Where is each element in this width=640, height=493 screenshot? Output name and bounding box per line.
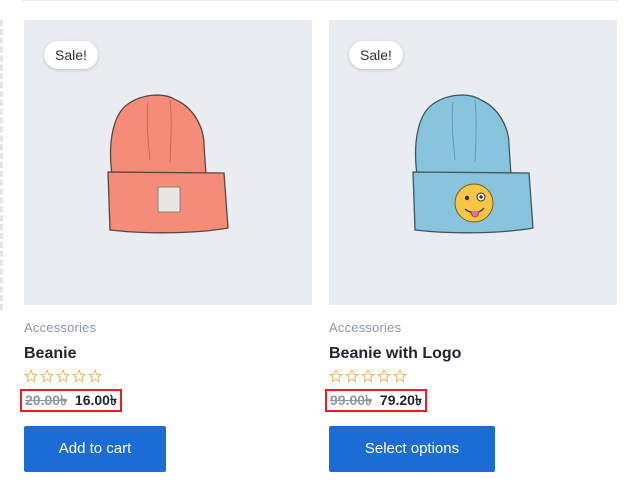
star-empty-icon	[329, 369, 343, 383]
star-empty-icon	[72, 369, 86, 383]
regular-price: 20.00৳	[25, 392, 68, 408]
product-category[interactable]: Accessories	[329, 320, 621, 335]
price-box: 99.00৳ 79.20৳	[325, 389, 427, 412]
star-empty-icon	[361, 369, 375, 383]
sale-price: 16.00৳	[74, 392, 117, 408]
price-box: 20.00৳ 16.00৳	[20, 389, 122, 412]
star-empty-icon	[56, 369, 70, 383]
add-to-cart-button[interactable]: Add to cart	[24, 426, 166, 472]
sale-price: 79.20৳	[379, 392, 422, 408]
sale-badge: Sale!	[44, 41, 98, 69]
select-options-button[interactable]: Select options	[329, 426, 495, 472]
product-card: Sale! Accessories Beanie 20.00৳ 16.00৳ A…	[20, 20, 316, 472]
product-title[interactable]: Beanie with Logo	[329, 345, 621, 363]
product-title[interactable]: Beanie	[24, 345, 316, 363]
product-image-link[interactable]: Sale!	[24, 20, 312, 305]
sale-badge: Sale!	[349, 41, 403, 69]
product-image-link[interactable]: Sale!	[329, 20, 617, 305]
star-empty-icon	[345, 369, 359, 383]
star-empty-icon	[24, 369, 38, 383]
product-card: Sale! Accessories Beanie with Logo 99.00…	[325, 20, 621, 472]
star-empty-icon	[393, 369, 407, 383]
star-rating	[329, 369, 621, 385]
star-rating	[24, 369, 316, 385]
top-separator	[22, 0, 618, 1]
column-divider	[0, 20, 3, 310]
product-category[interactable]: Accessories	[24, 320, 316, 335]
regular-price: 99.00৳	[330, 392, 373, 408]
star-empty-icon	[40, 369, 54, 383]
star-empty-icon	[377, 369, 391, 383]
star-empty-icon	[88, 369, 102, 383]
